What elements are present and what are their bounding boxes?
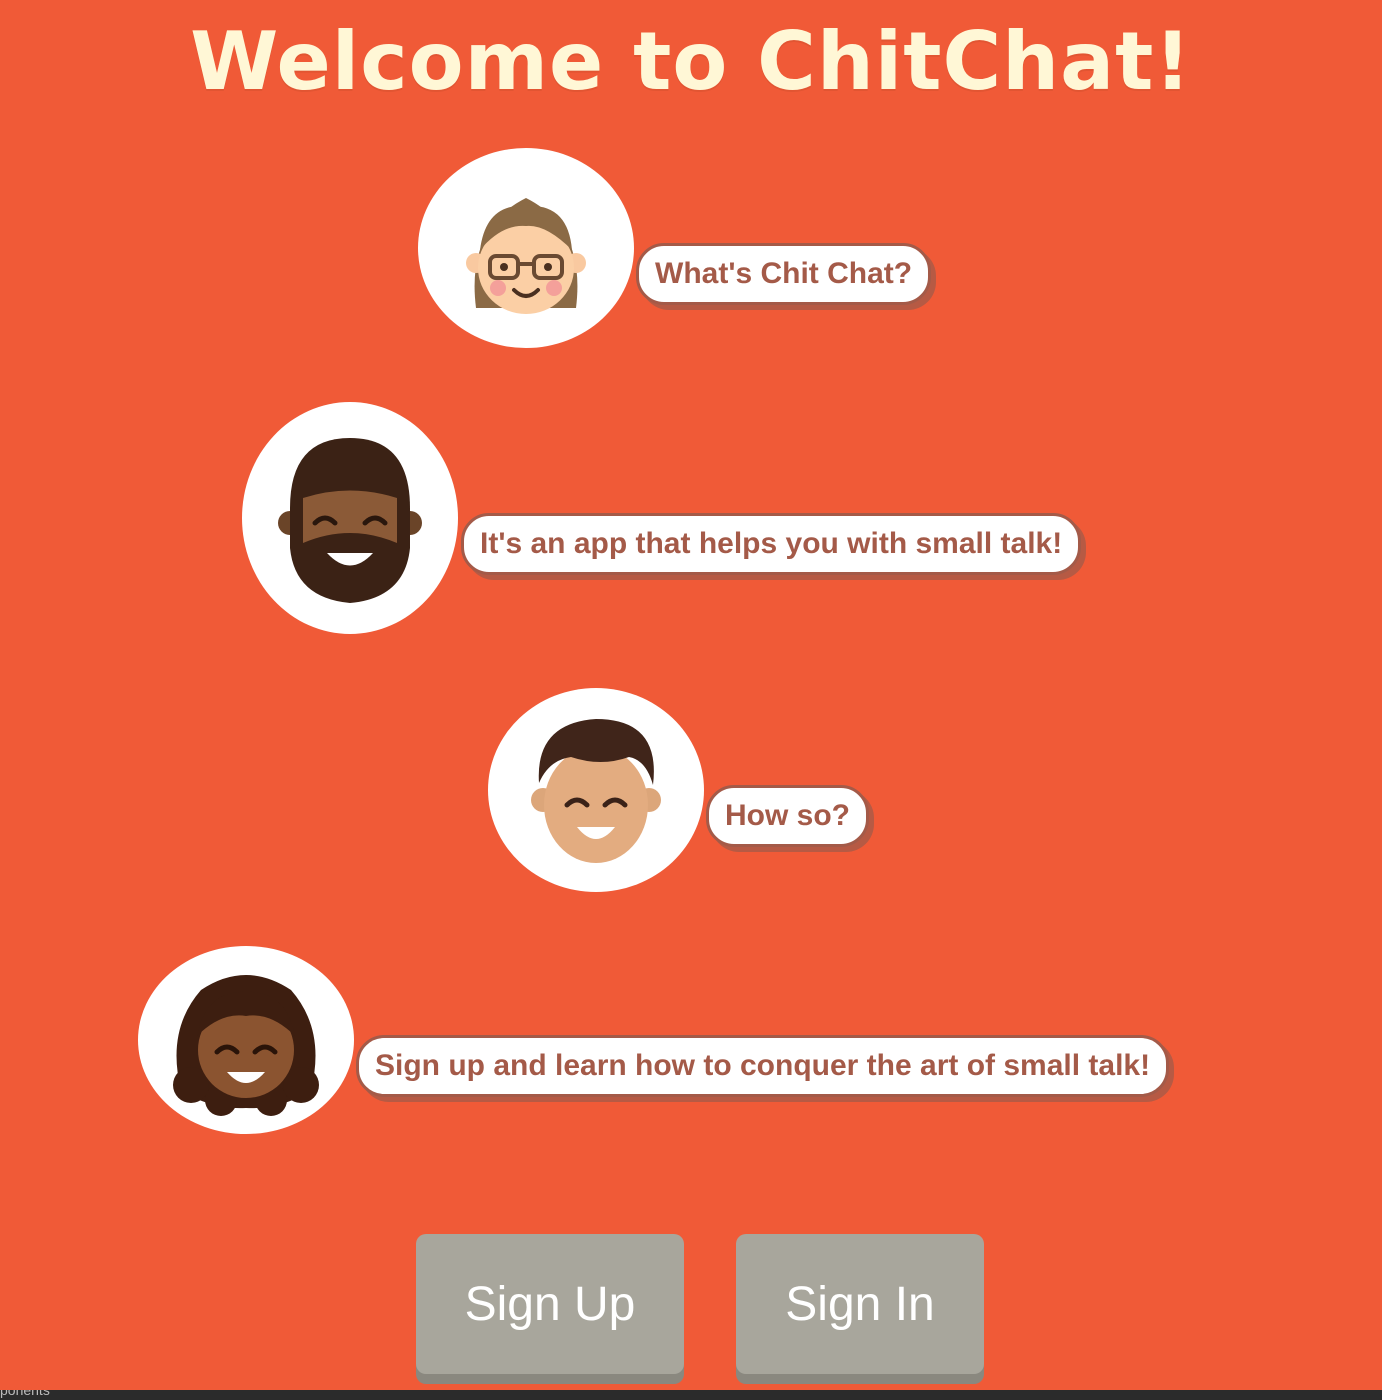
curly-hair-woman-icon [173, 975, 319, 1116]
sign-in-button[interactable]: Sign In [736, 1234, 984, 1374]
smiling-boy-icon [531, 719, 661, 863]
speech-bubble-4: Sign up and learn how to conquer the art… [356, 1035, 1170, 1097]
bearded-man-avatar [242, 402, 458, 634]
woman-glasses-avatar [418, 148, 634, 348]
curly-hair-woman-avatar [138, 946, 354, 1134]
bearded-man-icon [278, 438, 422, 603]
smiling-boy-avatar [488, 688, 704, 892]
speech-bubble-1: What's Chit Chat? [636, 243, 932, 305]
woman-glasses-icon [466, 198, 586, 314]
background-window-strip: ponents [0, 1390, 1382, 1400]
speech-bubble-3: How so? [706, 785, 869, 847]
page-title: Welcome to ChitChat! [190, 15, 1192, 108]
sign-up-button[interactable]: Sign Up [416, 1234, 684, 1374]
speech-bubble-2: It's an app that helps you with small ta… [461, 513, 1082, 575]
background-window-text: ponents [0, 1390, 50, 1398]
